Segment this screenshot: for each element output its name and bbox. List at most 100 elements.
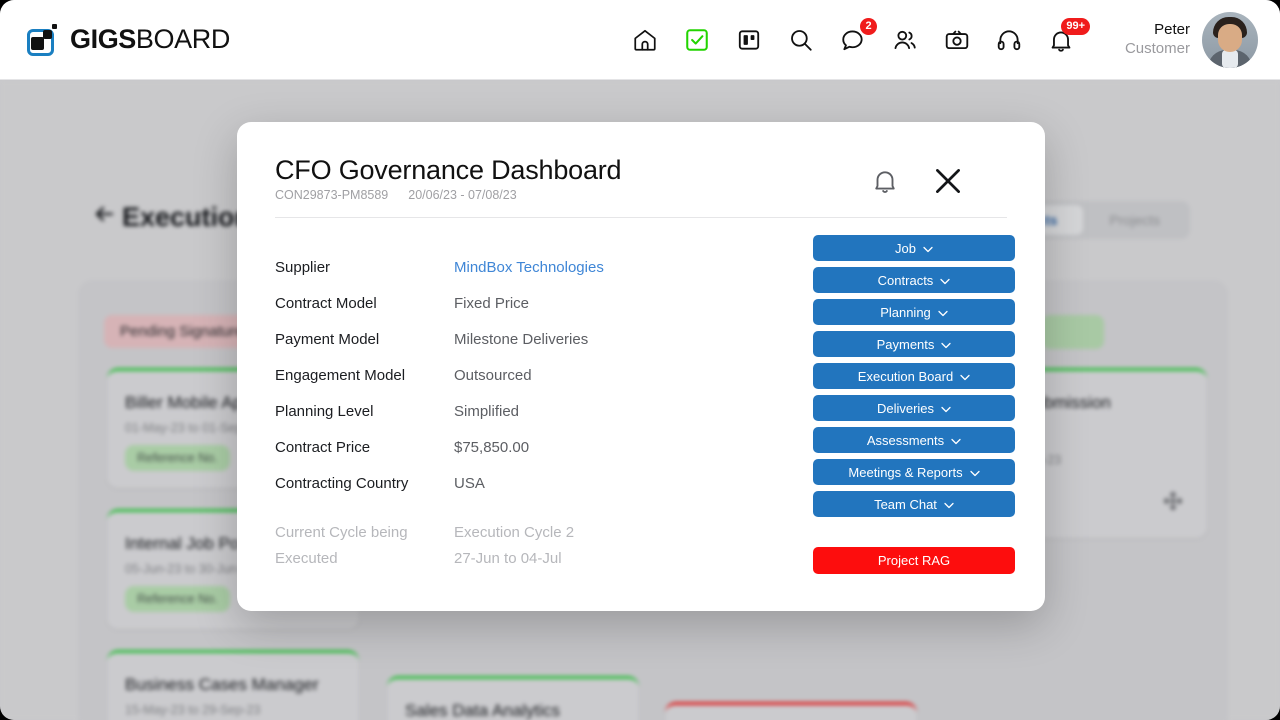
detail-label: Contract Price bbox=[275, 439, 371, 456]
detail-label: Engagement Model bbox=[275, 367, 406, 384]
user-role: Customer bbox=[1124, 40, 1190, 57]
modal-divider bbox=[275, 217, 1007, 218]
action-button-deliveries[interactable]: Deliveries bbox=[813, 395, 1015, 421]
detail-row: Engagement Model Outsourced bbox=[275, 367, 695, 403]
chevron-down-icon bbox=[951, 433, 961, 448]
chevron-down-icon bbox=[938, 305, 948, 320]
card-item[interactable]: Interns Management 08-May-23 to 30-Jun-2… bbox=[665, 702, 917, 720]
checkbox-checked-icon[interactable] bbox=[682, 25, 712, 55]
detail-row: Contract Price $75,850.00 bbox=[275, 439, 695, 475]
action-button-contracts[interactable]: Contracts bbox=[813, 267, 1015, 293]
current-cycle-label: Current Cycle being Executed bbox=[275, 520, 454, 572]
detail-label: Payment Model bbox=[275, 331, 380, 348]
status-badge-green bbox=[1042, 315, 1104, 349]
user-name: Peter bbox=[1154, 21, 1190, 39]
current-cycle-value: Execution Cycle 2 27-Jun to 04-Jul bbox=[454, 520, 574, 572]
close-icon[interactable] bbox=[931, 164, 965, 198]
avatar[interactable] bbox=[1202, 12, 1258, 68]
detail-row: Contract Model Fixed Price bbox=[275, 295, 695, 331]
brand-name: GIGSBOARD bbox=[70, 24, 230, 55]
gigsboard-logo-icon bbox=[26, 23, 60, 57]
supplier-link[interactable]: MindBox Technologies bbox=[454, 259, 604, 276]
detail-row: Planning Level Simplified bbox=[275, 403, 695, 439]
card-dates: 05-Jun-23 to 30-Jun-23 bbox=[125, 562, 255, 576]
cfo-governance-dashboard-modal: CFO Governance Dashboard CON29873-PM8589… bbox=[237, 122, 1045, 611]
brand-name-light: BOARD bbox=[135, 24, 230, 54]
user-profile[interactable]: Peter Customer bbox=[1125, 0, 1258, 80]
bell-icon[interactable]: 99+ bbox=[1046, 18, 1090, 55]
search-icon[interactable] bbox=[786, 25, 816, 55]
chevron-down-icon bbox=[969, 465, 980, 480]
action-label: Planning bbox=[880, 304, 931, 320]
current-cycle-block: Current Cycle being Executed Execution C… bbox=[275, 520, 695, 572]
move-handle-icon[interactable] bbox=[1163, 491, 1183, 511]
action-button-planning[interactable]: Planning bbox=[813, 299, 1015, 325]
tab-projects[interactable]: Projects bbox=[1083, 205, 1186, 235]
detail-value: Simplified bbox=[454, 403, 520, 420]
detail-row: Payment Model Milestone Deliveries bbox=[275, 331, 695, 367]
board-icon[interactable] bbox=[734, 25, 764, 55]
detail-value: $75,850.00 bbox=[454, 439, 530, 456]
detail-row: Contracting Country USA bbox=[275, 475, 695, 511]
brand-logo[interactable]: GIGSBOARD bbox=[26, 23, 230, 57]
action-button-meetings-reports[interactable]: Meetings & Reports bbox=[813, 459, 1015, 485]
card-title: Internal Job Po bbox=[125, 534, 240, 553]
action-button-assessments[interactable]: Assessments bbox=[813, 427, 1015, 453]
headset-icon[interactable] bbox=[994, 25, 1024, 55]
card-title: Business Cases Manager bbox=[125, 675, 319, 694]
chat-badge: 2 bbox=[860, 18, 877, 35]
detail-label: Supplier bbox=[275, 259, 331, 276]
camera-icon[interactable] bbox=[942, 25, 972, 55]
card-title: Sales Data Analytics bbox=[405, 701, 560, 720]
top-navigation-bar: GIGSBOARD 2 99+ Peter Customer bbox=[0, 0, 1280, 80]
cycle-label-line1: Current Cycle being bbox=[275, 524, 408, 541]
detail-value: Fixed Price bbox=[454, 295, 530, 312]
chevron-down-icon bbox=[941, 337, 952, 352]
action-label: Deliveries bbox=[876, 400, 935, 416]
action-label: Team Chat bbox=[874, 496, 937, 512]
action-label: Execution Board bbox=[857, 368, 954, 384]
detail-value: Milestone Deliveries bbox=[454, 331, 589, 348]
action-button-job[interactable]: Job bbox=[813, 235, 1015, 261]
notification-badge: 99+ bbox=[1061, 18, 1090, 35]
modal-subtitle: CON29873-PM8589 20/06/23 - 07/08/23 bbox=[275, 188, 517, 202]
project-rag-button[interactable]: Project RAG bbox=[813, 547, 1015, 574]
reference-badge: Reference No. bbox=[125, 445, 230, 471]
chevron-down-icon bbox=[940, 273, 950, 288]
bell-icon[interactable] bbox=[870, 166, 900, 196]
user-text: Peter Customer bbox=[1125, 21, 1190, 59]
card-item[interactable]: Business Cases Manager 15-May-23 to 29-S… bbox=[107, 650, 359, 720]
action-label: Assessments bbox=[866, 432, 945, 448]
detail-label: Planning Level bbox=[275, 403, 374, 420]
detail-label: Contract Model bbox=[275, 295, 377, 312]
action-button-execution-board[interactable]: Execution Board bbox=[813, 363, 1015, 389]
action-button-column: Job Contracts Planning Payments Executio… bbox=[813, 235, 1015, 517]
home-icon[interactable] bbox=[630, 25, 660, 55]
card-dates: 15-May-23 to 29-Sep-23 bbox=[125, 703, 261, 717]
page-title: Execution bbox=[122, 202, 252, 232]
cycle-value-line2: 27-Jun to 04-Jul bbox=[454, 549, 562, 567]
chat-bubble-icon[interactable]: 2 bbox=[838, 18, 877, 55]
chevron-down-icon bbox=[923, 241, 933, 256]
action-label: Job bbox=[895, 240, 916, 256]
contract-detail-list: Supplier MindBox Technologies Contract M… bbox=[275, 259, 695, 511]
nav-icon-group: 2 99+ bbox=[630, 0, 1090, 80]
cycle-value-line1: Execution Cycle 2 bbox=[454, 524, 575, 541]
reference-badge: Reference No. bbox=[125, 586, 230, 612]
chevron-down-icon bbox=[944, 497, 954, 512]
back-arrow-icon[interactable] bbox=[92, 202, 116, 226]
contract-date-range: 20/06/23 - 07/08/23 bbox=[408, 188, 517, 202]
card-title: Biller Mobile App bbox=[125, 393, 252, 412]
contract-id: CON29873-PM8589 bbox=[275, 188, 389, 202]
app-window: Execution Contracts Projects Pending Sig… bbox=[0, 0, 1280, 720]
action-label: Payments bbox=[876, 336, 935, 352]
brand-name-bold: GIGS bbox=[70, 24, 136, 54]
card-item[interactable]: Sales Data Analytics 08-May-23 to 30-Jun… bbox=[387, 676, 639, 720]
detail-row: Supplier MindBox Technologies bbox=[275, 259, 695, 295]
action-button-payments[interactable]: Payments bbox=[813, 331, 1015, 357]
chevron-down-icon bbox=[941, 401, 951, 416]
action-label: Contracts bbox=[877, 272, 934, 288]
action-button-team-chat[interactable]: Team Chat bbox=[813, 491, 1015, 517]
action-label: Meetings & Reports bbox=[848, 464, 963, 480]
people-icon[interactable] bbox=[890, 25, 920, 55]
